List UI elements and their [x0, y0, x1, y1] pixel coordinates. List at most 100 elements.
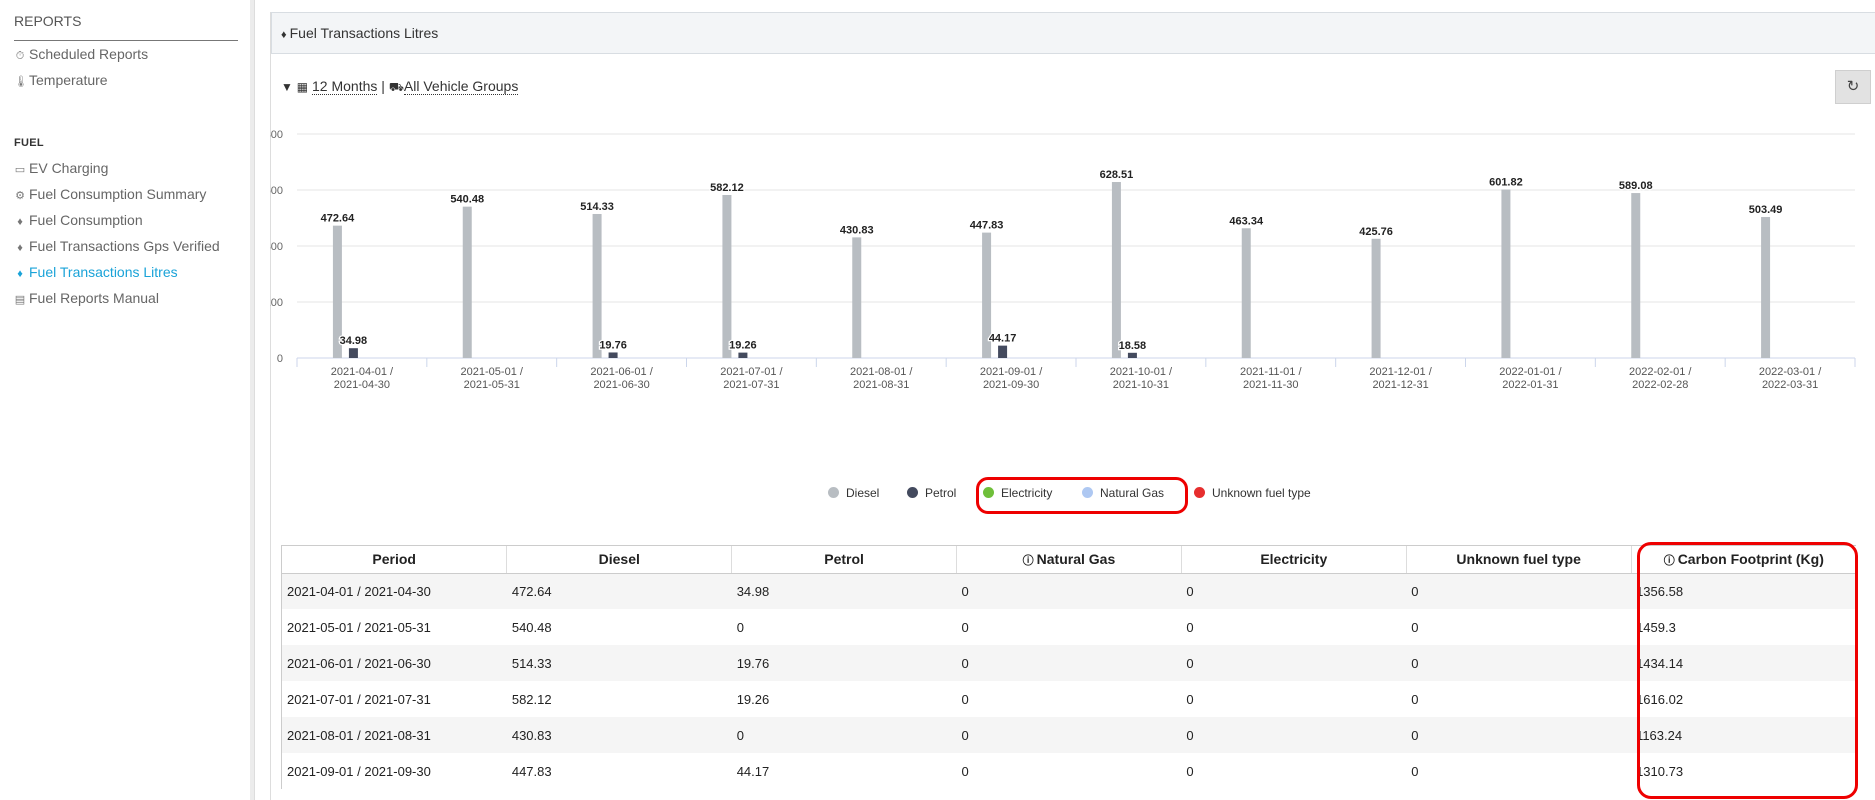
y-tick-label: 0	[277, 353, 283, 365]
sidebar-item-fuel-consumption[interactable]: ♦ Fuel Consumption	[14, 212, 142, 228]
legend-label: Petrol	[925, 486, 957, 500]
table-cell: 582.12	[511, 691, 552, 707]
x-tick-label: 2021-12-01 /	[1369, 366, 1432, 378]
calendar-icon: ▦	[296, 80, 309, 94]
app-window: REPORTS ⏱ Scheduled Reports 🌡Temperature …	[0, 0, 1875, 800]
x-tick-label: 2022-01-31	[1502, 379, 1558, 391]
legend-item-petrol[interactable]: Petrol	[907, 486, 956, 500]
table-cell: 34.98	[736, 583, 770, 599]
x-tick-label: 2021-10-01 /	[1110, 366, 1173, 378]
petrol-bar	[348, 348, 358, 358]
petrol-bar	[608, 352, 618, 358]
x-tick-label: 2021-08-01 /	[850, 366, 913, 378]
fuel-table: Period Diesel Petrol ⓘ Natural Gas Electr…	[281, 545, 1856, 789]
vehicle-groups-filter-link[interactable]: All Vehicle Groups	[403, 78, 519, 95]
data-label: 463.34	[1229, 215, 1264, 227]
drop-icon: ♦	[17, 216, 23, 228]
table-header-row: Period Diesel Petrol ⓘ Natural Gas Electr…	[282, 546, 1856, 574]
battery-icon: ▭	[14, 164, 26, 176]
refresh-button[interactable]: ↻	[1835, 70, 1871, 104]
x-tick-label: 2021-09-01 /	[980, 366, 1043, 378]
drop-icon: ♦	[281, 29, 287, 41]
sidebar-item-fuel-reports-manual[interactable]: ▤ Fuel Reports Manual	[14, 290, 159, 306]
x-tick-label: 2021-04-30	[334, 379, 390, 391]
filter-separator: |	[381, 78, 385, 94]
sidebar-item-fuel-transactions-litres[interactable]: ♦ Fuel Transactions Litres	[14, 264, 177, 280]
x-tick-label: 2021-11-01 /	[1240, 366, 1303, 378]
legend-highlight-annotation	[976, 477, 1188, 514]
y-tick-label: 800	[270, 129, 283, 141]
x-tick-label: 2022-03-01 /	[1759, 366, 1822, 378]
sidebar-item-label: Temperature	[29, 72, 108, 88]
table-row: 2021-05-01 / 2021-05-31 540.48 0 0 0 0 1459.3	[282, 609, 1856, 645]
data-table: Period Diesel Petrol ⓘ Natural Gas Electr…	[282, 546, 1856, 789]
table-cell: 0	[1186, 763, 1194, 779]
table-cell: 0	[1186, 619, 1194, 635]
table-cell: 44.17	[736, 763, 770, 779]
table-cell: 540.48	[511, 619, 552, 635]
col-header-electricity[interactable]: Electricity	[1180, 546, 1407, 574]
col-header-natural-gas[interactable]: ⓘ Natural Gas	[956, 546, 1182, 574]
col-header-period[interactable]: Period	[282, 546, 507, 574]
table-cell: 19.76	[736, 655, 770, 671]
data-label: 18.58	[1119, 340, 1147, 352]
table-cell: 0	[961, 727, 969, 743]
data-label: 19.26	[729, 340, 757, 352]
x-tick-label: 2022-02-01 /	[1629, 366, 1692, 378]
table-cell: 0	[1186, 691, 1194, 707]
table-cell: 0	[736, 727, 744, 743]
data-label: 589.08	[1619, 180, 1653, 192]
sidebar-item-ev-charging[interactable]: ▭ EV Charging	[14, 160, 109, 176]
diesel-bar	[1501, 189, 1511, 358]
diesel-bar	[462, 206, 472, 358]
filter-icon: ▼	[281, 80, 293, 94]
table-cell: 0	[1411, 583, 1419, 599]
period-filter-link[interactable]: 12 Months	[312, 78, 378, 95]
legend-dot	[1194, 487, 1205, 498]
sidebar: REPORTS ⏱ Scheduled Reports 🌡Temperature …	[0, 0, 255, 800]
legend-item-diesel[interactable]: Diesel	[828, 486, 879, 500]
col-header-unknown-fuel-type[interactable]: Unknown fuel type	[1405, 546, 1632, 574]
y-tick-label: 600	[270, 185, 283, 197]
dashboard-icon: ⚙	[15, 190, 25, 202]
table-cell: 0	[961, 691, 969, 707]
diesel-bar	[592, 213, 602, 358]
table-cell: 0	[1411, 655, 1419, 671]
data-label: 540.48	[450, 194, 484, 206]
data-label: 472.64	[321, 213, 356, 225]
data-label: 503.49	[1749, 204, 1783, 216]
info-icon[interactable]: ⓘ	[1023, 555, 1034, 567]
truck-icon: ⛟	[388, 80, 404, 94]
sidebar-item-temperature[interactable]: 🌡Temperature	[14, 72, 108, 88]
table-cell: 0	[961, 619, 969, 635]
sidebar-item-fuel-transactions-gps-verified[interactable]: ♦ Fuel Transactions Gps Verified	[14, 238, 219, 254]
col-header-petrol[interactable]: Petrol	[731, 546, 957, 574]
sidebar-item-fuel-consumption-summary[interactable]: ⚙ Fuel Consumption Summary	[14, 186, 206, 202]
col-header-diesel[interactable]: Diesel	[506, 546, 732, 574]
drop-icon: ♦	[17, 242, 23, 254]
data-label: 19.76	[599, 339, 627, 351]
petrol-bar	[738, 352, 748, 358]
panel-title: Fuel Transactions Litres	[289, 25, 439, 41]
diesel-bar	[1241, 228, 1251, 358]
sidebar-item-scheduled-reports[interactable]: ⏱ Scheduled Reports	[14, 46, 148, 63]
data-label: 582.12	[710, 182, 744, 194]
x-tick-label: 2021-06-30	[593, 379, 649, 391]
diesel-bar	[722, 195, 732, 358]
thermometer-icon: 🌡	[14, 76, 28, 88]
x-tick-label: 2022-01-01 /	[1499, 366, 1562, 378]
diesel-bar	[1111, 182, 1121, 358]
table-cell: 2021-09-01 / 2021-09-30	[287, 763, 431, 779]
x-tick-label: 2021-07-31	[723, 379, 779, 391]
legend-item-unknown-fuel-type[interactable]: Unknown fuel type	[1194, 486, 1311, 500]
table-cell: 0	[736, 619, 744, 635]
x-tick-label: 2021-07-01 /	[720, 366, 783, 378]
data-label: 425.76	[1359, 226, 1393, 238]
col-header-label: Natural Gas	[1036, 550, 1116, 567]
table-cell: 0	[1411, 727, 1419, 743]
data-label: 514.33	[580, 201, 614, 213]
data-label: 447.83	[970, 220, 1004, 232]
refresh-icon: ↻	[1846, 78, 1860, 95]
x-tick-label: 2021-05-01 /	[461, 366, 524, 378]
diesel-bar	[1761, 217, 1771, 358]
